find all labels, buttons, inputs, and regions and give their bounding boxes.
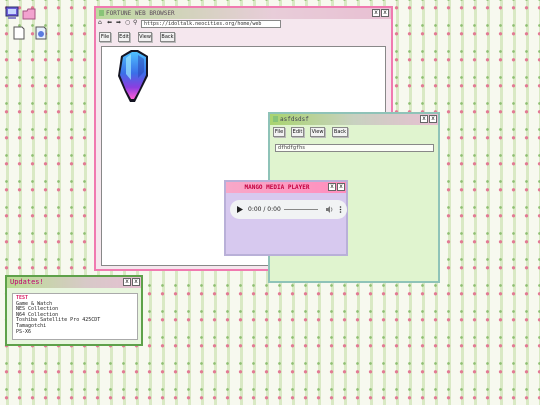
back-menu-button[interactable]: Back — [160, 32, 175, 42]
media-player-window: MANGO MEDIA PLAYER x x 0:00 / 0:00 — [224, 180, 348, 256]
time-display: 0:00 / 0:00 — [248, 206, 281, 213]
edit-menu-button[interactable]: Edit — [118, 32, 130, 42]
media-player-close-button[interactable]: x — [337, 183, 345, 191]
updates-window: Updates! x x TEST Game & Watch NES Colle… — [5, 275, 143, 346]
updates-title-bar[interactable]: Updates! — [7, 277, 141, 288]
back-arrow-icon[interactable]: ⬅ — [107, 19, 112, 27]
document-icon[interactable] — [12, 25, 26, 40]
browser-window-icon — [99, 10, 104, 16]
notepad-file-menu-button[interactable]: File — [273, 127, 285, 137]
refresh-icon[interactable]: ○ — [125, 19, 130, 27]
updates-minimize-button[interactable]: x — [123, 278, 131, 286]
notepad-close-button[interactable]: x — [429, 115, 437, 123]
browser-title-bar[interactable]: FORTUNE WEB BROWSER — [96, 8, 391, 19]
view-menu-button[interactable]: View — [138, 32, 152, 42]
computer-icon[interactable] — [5, 5, 19, 19]
media-player-minimize-button[interactable]: x — [328, 183, 336, 191]
notepad-window-icon — [273, 116, 278, 122]
audio-control-bar: 0:00 / 0:00 — [230, 200, 347, 219]
search-icon[interactable]: ⚲ — [133, 19, 137, 27]
forward-arrow-icon[interactable]: ➡ — [116, 19, 121, 27]
folder-icon[interactable] — [22, 6, 36, 20]
volume-icon[interactable] — [326, 206, 334, 213]
crystal-gem-image — [118, 50, 148, 102]
notepad-view-menu-button[interactable]: View — [310, 127, 325, 137]
notepad-text-field[interactable]: dfhdfgfhs — [275, 144, 434, 152]
home-icon[interactable]: ⌂ — [98, 19, 102, 27]
list-item[interactable]: PS-X6 — [16, 329, 134, 336]
updates-close-button[interactable]: x — [132, 278, 140, 286]
notepad-title: asfdsdsf — [280, 116, 309, 123]
notepad-edit-menu-button[interactable]: Edit — [291, 127, 304, 137]
updates-title: Updates! — [10, 278, 44, 286]
address-bar[interactable]: https://idoltalk.neocities.org/home/web — [141, 20, 281, 28]
progress-track[interactable] — [284, 209, 318, 210]
updates-list: TEST Game & Watch NES Collection N64 Col… — [12, 293, 138, 340]
more-options-icon[interactable] — [339, 206, 342, 213]
image-file-icon[interactable] — [34, 25, 48, 40]
media-player-title: MANGO MEDIA PLAYER — [244, 184, 310, 191]
notepad-back-menu-button[interactable]: Back — [332, 127, 348, 137]
close-button[interactable]: x — [381, 9, 389, 17]
notepad-title-bar[interactable]: asfdsdsf — [270, 114, 438, 125]
file-menu-button[interactable]: File — [99, 32, 111, 42]
play-icon[interactable] — [237, 206, 243, 213]
notepad-minimize-button[interactable]: x — [420, 115, 428, 123]
minimize-button[interactable]: x — [372, 9, 380, 17]
browser-title: FORTUNE WEB BROWSER — [106, 10, 175, 17]
